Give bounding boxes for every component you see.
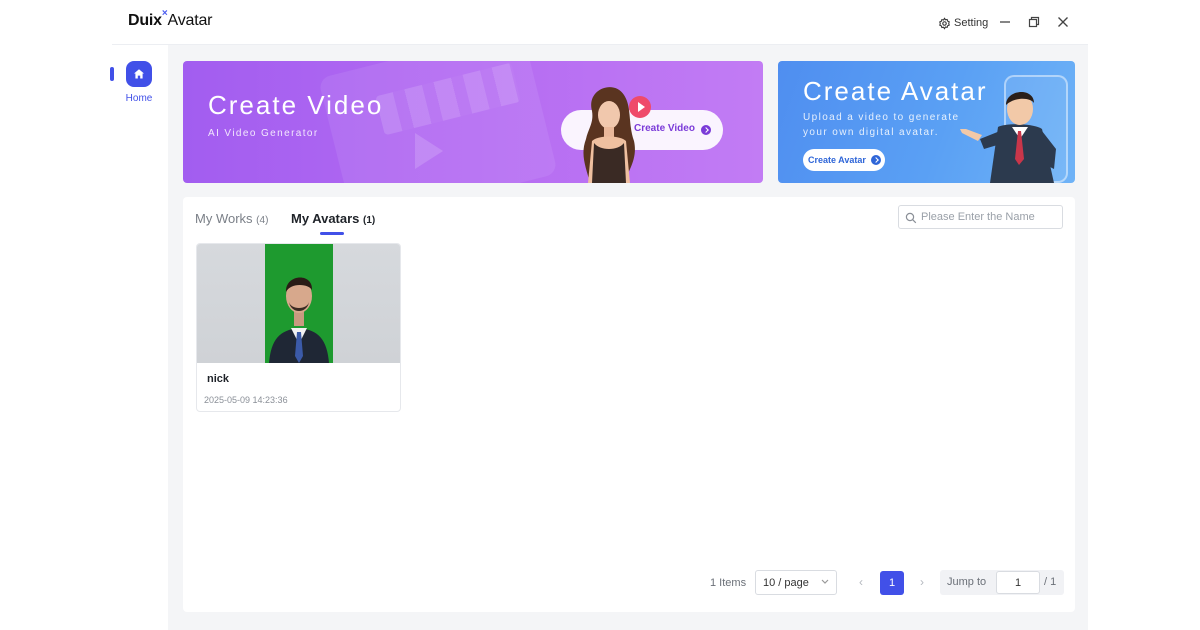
tab-label: My Avatars bbox=[291, 211, 360, 226]
app-logo: Duix×Avatar bbox=[128, 8, 213, 30]
jump-to-page: Jump to / 1 bbox=[940, 570, 1064, 595]
arrow-right-circle-icon bbox=[871, 155, 881, 165]
chevron-down-icon bbox=[821, 579, 829, 584]
minimize-button[interactable] bbox=[995, 12, 1015, 32]
next-page-button[interactable]: › bbox=[913, 573, 931, 591]
total-pages: / 1 bbox=[1044, 576, 1057, 588]
tab-my-avatars[interactable]: My Avatars (1) bbox=[291, 211, 375, 226]
search-input[interactable] bbox=[921, 208, 1059, 226]
tab-count: (4) bbox=[256, 215, 269, 226]
page-size-select[interactable]: 10 / page bbox=[755, 570, 837, 595]
sidebar: Home bbox=[110, 45, 168, 630]
tab-label: My Works bbox=[195, 211, 253, 226]
works-panel: My Works (4) My Avatars (1) Please Enter… bbox=[183, 197, 1075, 612]
logo-x-mark: × bbox=[161, 8, 168, 19]
home-icon-badge bbox=[126, 61, 152, 87]
prev-page-button[interactable]: ‹ bbox=[852, 573, 870, 591]
avatar-name: nick bbox=[207, 373, 230, 385]
create-video-banner[interactable]: Create Video AI Video Generator Create V… bbox=[183, 61, 763, 183]
close-button[interactable] bbox=[1053, 12, 1073, 32]
sidebar-item-label: Home bbox=[125, 93, 153, 104]
title-bar: Duix×Avatar Setting bbox=[112, 0, 1088, 45]
setting-label: Setting bbox=[954, 17, 989, 29]
avatar-card[interactable]: nick 2025-05-09 14:23:36 bbox=[196, 243, 401, 412]
play-icon bbox=[629, 96, 651, 118]
create-avatar-subtitle-line2: your own digital avatar. bbox=[803, 127, 939, 138]
setting-button[interactable]: Setting bbox=[938, 14, 988, 32]
create-avatar-button-label: Create Avatar bbox=[808, 155, 866, 165]
create-video-button-label: Create Video bbox=[634, 123, 695, 134]
avatar-photo-green-screen bbox=[265, 244, 333, 363]
tab-my-works[interactable]: My Works (4) bbox=[195, 211, 268, 226]
woman-portrait-image bbox=[583, 87, 635, 183]
business-man-avatar-image bbox=[960, 91, 1056, 183]
page-size-value: 10 / page bbox=[763, 577, 809, 589]
play-triangle-decoration bbox=[415, 133, 443, 169]
sidebar-item-home[interactable]: Home bbox=[122, 61, 156, 109]
avatar-date: 2025-05-09 14:23:36 bbox=[204, 395, 288, 405]
minimize-icon bbox=[1000, 21, 1010, 23]
pagination-total: 1 Items bbox=[710, 577, 747, 589]
avatar-thumbnail bbox=[197, 244, 400, 363]
active-tab-indicator bbox=[320, 232, 344, 235]
create-avatar-banner[interactable]: Create Avatar Upload a video to generate… bbox=[778, 61, 1075, 183]
search-field[interactable] bbox=[898, 205, 1063, 229]
create-video-subtitle: AI Video Generator bbox=[208, 128, 319, 139]
logo-text-duix: Duix bbox=[128, 12, 162, 29]
restore-icon bbox=[1028, 16, 1040, 28]
man-portrait-image bbox=[269, 277, 329, 363]
tab-count: (1) bbox=[363, 215, 376, 226]
create-avatar-subtitle-line1: Upload a video to generate bbox=[803, 112, 960, 123]
app-window: Duix×Avatar Setting Home Create Video AI… bbox=[110, 0, 1088, 630]
jump-page-input[interactable] bbox=[996, 571, 1040, 594]
sidebar-collapse-handle[interactable] bbox=[110, 67, 114, 81]
search-icon bbox=[905, 211, 917, 224]
page-1-button[interactable]: 1 bbox=[880, 571, 904, 595]
close-icon bbox=[1058, 17, 1068, 27]
home-icon bbox=[134, 69, 144, 79]
logo-text-avatar: Avatar bbox=[167, 12, 213, 29]
jump-to-label: Jump to bbox=[947, 576, 987, 588]
create-video-title: Create Video bbox=[208, 90, 384, 120]
restore-button[interactable] bbox=[1024, 12, 1044, 32]
create-avatar-button[interactable]: Create Avatar bbox=[803, 149, 885, 171]
arrow-right-circle-icon bbox=[701, 125, 711, 135]
gear-icon bbox=[939, 16, 950, 30]
